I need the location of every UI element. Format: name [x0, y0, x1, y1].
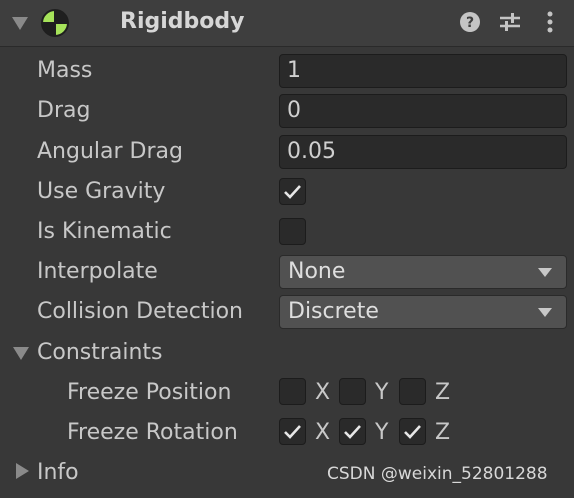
axis-label-x: X [315, 420, 331, 445]
constraints-label[interactable]: Constraints [37, 340, 163, 365]
axis-label-z: Z [435, 380, 451, 405]
is-kinematic-label: Is Kinematic [37, 219, 172, 244]
checkmark-icon [344, 425, 361, 439]
mass-label: Mass [37, 58, 93, 83]
component-title: Rigidbody [120, 9, 245, 34]
rigidbody-icon [41, 9, 69, 37]
freeze-rotation-x-checkbox[interactable] [279, 418, 306, 445]
info-fold-arrow-icon[interactable] [16, 463, 29, 479]
preset-sliders-icon[interactable] [498, 10, 522, 34]
freeze-rotation-y-checkbox[interactable] [339, 418, 366, 445]
freeze-rotation-z-checkbox[interactable] [399, 418, 426, 445]
dropdown-arrow-icon [538, 308, 552, 317]
dropdown-arrow-icon [538, 268, 552, 277]
axis-label-x: X [315, 380, 331, 405]
freeze-position-z-checkbox[interactable] [399, 378, 426, 405]
interpolate-dropdown[interactable]: None [279, 255, 567, 289]
fold-arrow-icon[interactable] [12, 17, 28, 30]
more-options-icon[interactable] [538, 10, 562, 34]
freeze-rotation-label: Freeze Rotation [67, 420, 238, 445]
collision-detection-dropdown[interactable]: Discrete [279, 295, 567, 329]
interpolate-label: Interpolate [37, 259, 158, 284]
checkmark-icon [284, 185, 301, 199]
angular-drag-field[interactable]: 0.05 [279, 135, 567, 169]
drag-field[interactable]: 0 [279, 94, 567, 128]
freeze-position-x-checkbox[interactable] [279, 378, 306, 405]
axis-label-z: Z [435, 420, 451, 445]
drag-label: Drag [37, 98, 91, 123]
checkmark-icon [284, 425, 301, 439]
info-label[interactable]: Info [37, 460, 79, 485]
collision-detection-label: Collision Detection [37, 299, 244, 324]
axis-label-y: Y [375, 380, 389, 405]
use-gravity-label: Use Gravity [37, 179, 166, 204]
mass-field[interactable]: 1 [279, 54, 567, 88]
constraints-fold-arrow-icon[interactable] [13, 347, 29, 360]
axis-label-y: Y [375, 420, 389, 445]
freeze-position-label: Freeze Position [67, 380, 232, 405]
watermark: CSDN @weixin_52801288 [327, 464, 548, 484]
checkmark-icon [404, 425, 421, 439]
angular-drag-label: Angular Drag [37, 139, 183, 164]
svg-text:?: ? [466, 15, 474, 31]
interpolate-value: None [288, 259, 346, 284]
is-kinematic-checkbox[interactable] [279, 218, 306, 245]
use-gravity-checkbox[interactable] [279, 178, 306, 205]
component-header[interactable]: Rigidbody ? [0, 0, 574, 47]
collision-detection-value: Discrete [288, 299, 379, 324]
help-icon[interactable]: ? [458, 10, 482, 34]
freeze-position-y-checkbox[interactable] [339, 378, 366, 405]
